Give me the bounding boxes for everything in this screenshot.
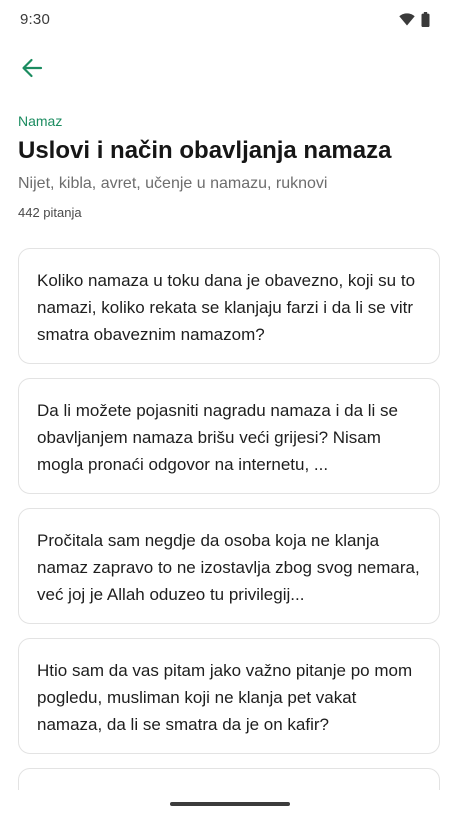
- page-title: Uslovi i način obavljanja namaza: [18, 137, 392, 164]
- status-icons: [399, 12, 430, 32]
- question-card[interactable]: Htio sam da vas pitam jako važno pitanje…: [18, 638, 440, 754]
- question-card[interactable]: Da li možete pojasniti nagradu namaza i …: [18, 378, 440, 494]
- question-text: Koliko namaza u toku dana je obavezno, k…: [37, 271, 416, 344]
- question-card[interactable]: Pročitala sam negdje da osoba koja ne kl…: [18, 508, 440, 624]
- page-subtitle: Nijet, kibla, avret, učenje u namazu, ru…: [18, 175, 328, 192]
- question-text: Pročitala sam negdje da osoba koja ne kl…: [37, 531, 420, 604]
- status-bar: 9:30: [0, 0, 460, 40]
- question-count: 442 pitanja: [18, 205, 82, 220]
- back-button[interactable]: [14, 54, 50, 86]
- battery-icon: [421, 12, 430, 32]
- wifi-icon: [399, 13, 415, 31]
- arrow-left-icon: [21, 58, 43, 83]
- category-label: Namaz: [18, 113, 63, 129]
- question-card[interactable]: Koliko namaza u toku dana je obavezno, k…: [18, 248, 440, 364]
- status-time: 9:30: [20, 11, 50, 28]
- screen: 9:30 Namaz Uslovi i način obavljanja nam…: [0, 0, 460, 818]
- question-text: Da li možete pojasniti nagradu namaza i …: [37, 401, 398, 474]
- home-indicator[interactable]: [170, 802, 290, 806]
- question-text: Htio sam da vas pitam jako važno pitanje…: [37, 661, 413, 734]
